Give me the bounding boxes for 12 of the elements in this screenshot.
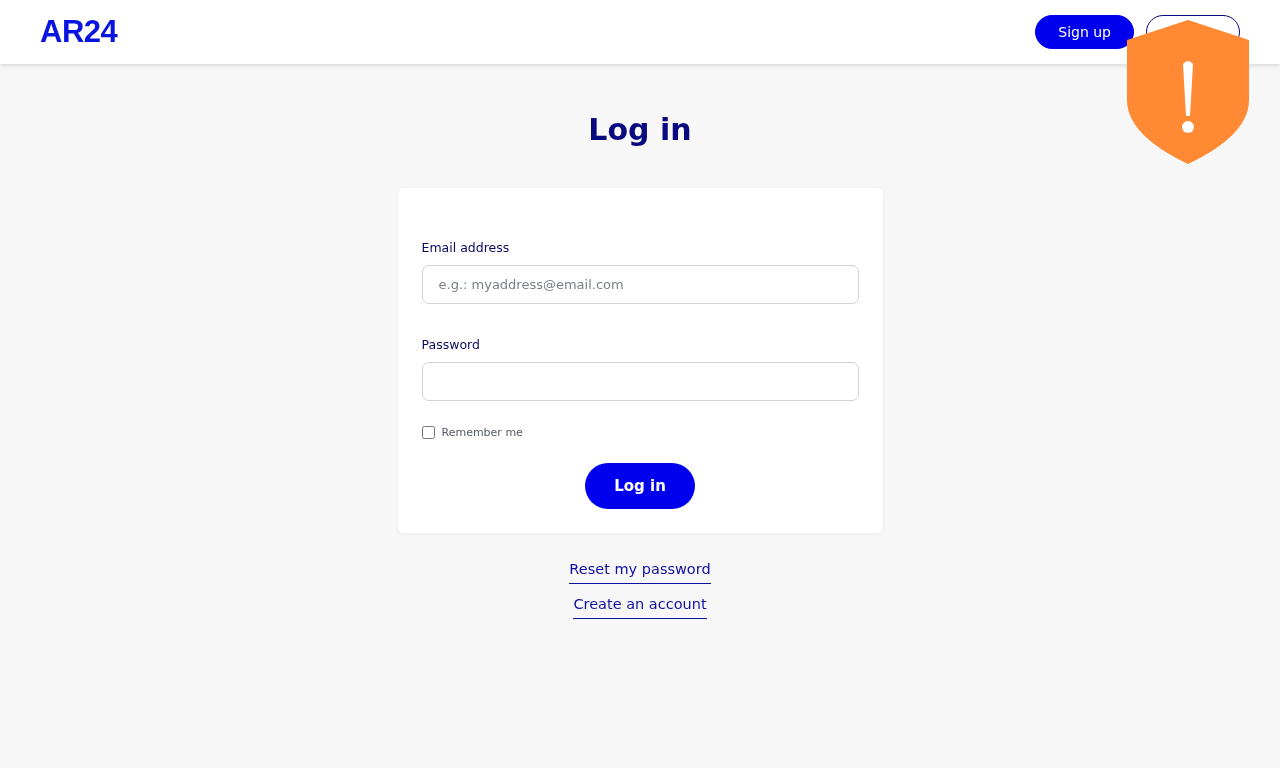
field-label: Password	[421, 337, 481, 352]
login-button[interactable]: Log in	[585, 463, 695, 509]
input-field[interactable]	[421, 362, 859, 401]
field-label: Email address	[421, 240, 511, 255]
remember-checkbox[interactable]	[421, 426, 435, 439]
sign-up-button[interactable]: Sign up	[1035, 15, 1134, 49]
text-link[interactable]: Reset my password	[569, 561, 711, 584]
text-link[interactable]: Create an account	[573, 596, 707, 619]
logo[interactable]: AR24	[40, 14, 118, 50]
remember-label: Remember me	[441, 426, 523, 439]
input-field[interactable]: e.g.: myaddress@email.com	[421, 265, 859, 304]
page-title: Log in	[588, 111, 692, 149]
